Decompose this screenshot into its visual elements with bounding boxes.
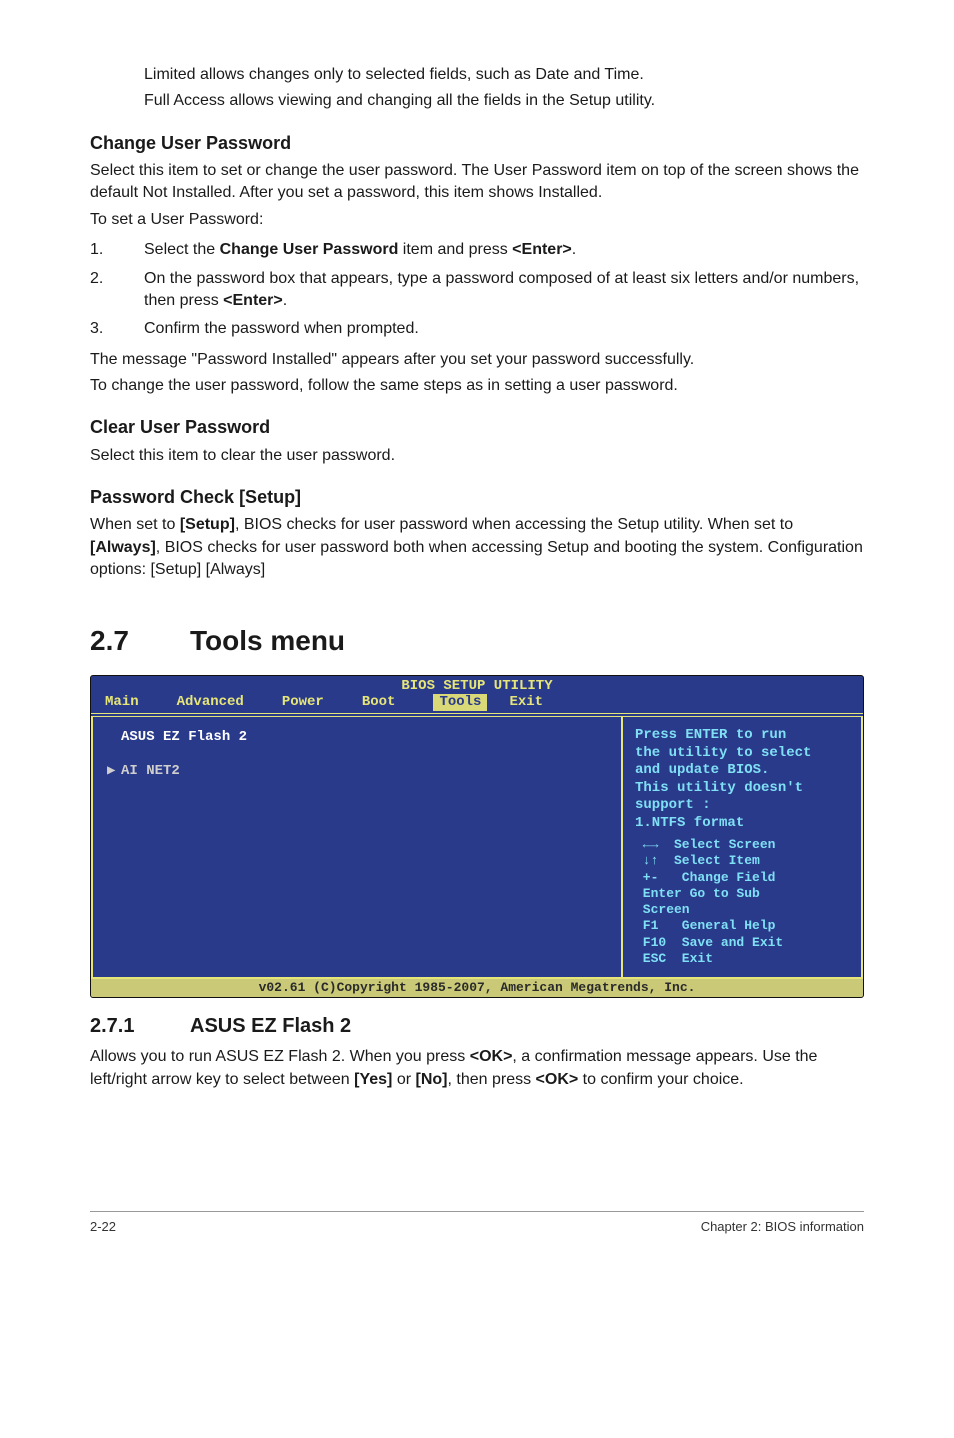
bios-title: BIOS SETUP UTILITY: [91, 678, 863, 696]
final-paragraph: Allows you to run ASUS EZ Flash 2. When …: [90, 1046, 864, 1091]
t: [Yes]: [354, 1071, 392, 1088]
bios-tab-exit[interactable]: Exit: [509, 694, 559, 712]
bios-right-pane: Press ENTER to run the utility to select…: [623, 717, 863, 977]
sec2-p1: Select this item to clear the user passw…: [90, 445, 864, 467]
t: <Enter>: [223, 292, 283, 309]
bios-tab-power[interactable]: Power: [282, 694, 340, 712]
t: .: [572, 241, 576, 258]
subsection-heading: 2.7.1 ASUS EZ Flash 2: [90, 1012, 864, 1040]
t: .: [283, 292, 287, 309]
top-line-1: Limited allows changes only to selected …: [90, 64, 864, 86]
pointer-icon: ▶: [107, 763, 121, 781]
page-footer: 2-22 Chapter 2: BIOS information: [90, 1211, 864, 1236]
t: Allows you to run ASUS EZ Flash 2. When …: [90, 1048, 470, 1065]
sec1-p1: Select this item to set or change the us…: [90, 160, 864, 205]
list-text: Select the Change User Password item and…: [144, 239, 864, 261]
bios-tab-advanced[interactable]: Advanced: [177, 694, 260, 712]
list-item: 1. Select the Change User Password item …: [90, 239, 864, 261]
t: to confirm your choice.: [578, 1071, 743, 1088]
t: , BIOS checks for user password both whe…: [90, 539, 863, 578]
subsection-title: ASUS EZ Flash 2: [190, 1012, 351, 1040]
t: , BIOS checks for user password when acc…: [235, 516, 793, 533]
bios-left-pane: ASUS EZ Flash 2 ▶ AI NET2: [91, 717, 623, 977]
t: <Enter>: [512, 241, 572, 258]
list-num: 2.: [90, 268, 144, 313]
t: Change User Password: [220, 241, 399, 258]
list-item: 3. Confirm the password when prompted.: [90, 318, 864, 340]
bios-item-label: AI NET2: [121, 763, 180, 781]
t: Select the: [144, 241, 220, 258]
t: Confirm the password when prompted.: [144, 320, 419, 337]
bios-tab-boot[interactable]: Boot: [362, 694, 412, 712]
page-number: 2-22: [90, 1218, 116, 1236]
heading-password-check: Password Check [Setup]: [90, 485, 864, 510]
ordered-list: 1. Select the Change User Password item …: [90, 239, 864, 341]
t: , then press: [447, 1071, 535, 1088]
bios-menu-item-ai-net2[interactable]: ▶ AI NET2: [107, 763, 607, 781]
bios-tab-tools[interactable]: Tools: [433, 694, 487, 712]
t: <OK>: [470, 1048, 513, 1065]
heading-clear-user-password: Clear User Password: [90, 415, 864, 440]
sec1-p3: The message "Password Installed" appears…: [90, 349, 864, 371]
section-heading: 2.7 Tools menu: [90, 621, 864, 660]
spacer: [107, 749, 607, 761]
t: [No]: [416, 1071, 448, 1088]
t: <OK>: [536, 1071, 579, 1088]
sec3-p1: When set to [Setup], BIOS checks for use…: [90, 514, 864, 581]
t: When set to: [90, 516, 180, 533]
bios-footer: v02.61 (C)Copyright 1985-2007, American …: [91, 979, 863, 997]
list-text: On the password box that appears, type a…: [144, 268, 864, 313]
sec1-p4: To change the user password, follow the …: [90, 375, 864, 397]
top-line-2: Full Access allows viewing and changing …: [90, 90, 864, 112]
bios-tab-main[interactable]: Main: [105, 694, 155, 712]
bios-key-help: ←→ Select Screen ↓↑ Select Item +- Chang…: [635, 837, 851, 967]
section-title: Tools menu: [190, 621, 345, 660]
bios-help-text: Press ENTER to run the utility to select…: [635, 727, 851, 832]
t: [Always]: [90, 539, 156, 556]
subsection-number: 2.7.1: [90, 1012, 190, 1040]
bios-screenshot: BIOS SETUP UTILITY Main Advanced Power B…: [90, 675, 864, 999]
chapter-label: Chapter 2: BIOS information: [701, 1218, 864, 1236]
bios-menu-item-ezflash2[interactable]: ASUS EZ Flash 2: [107, 729, 607, 747]
bios-item-label: ASUS EZ Flash 2: [121, 729, 247, 747]
t: [Setup]: [180, 516, 235, 533]
bios-tabs: Main Advanced Power Boot Tools Exit: [105, 694, 849, 712]
t: or: [392, 1071, 415, 1088]
heading-change-user-password: Change User Password: [90, 131, 864, 156]
bios-header: BIOS SETUP UTILITY Main Advanced Power B…: [91, 676, 863, 714]
section-number: 2.7: [90, 621, 190, 660]
list-num: 1.: [90, 239, 144, 261]
list-num: 3.: [90, 318, 144, 340]
sec1-p2: To set a User Password:: [90, 209, 864, 231]
bios-body: ASUS EZ Flash 2 ▶ AI NET2 Press ENTER to…: [91, 713, 863, 979]
list-item: 2. On the password box that appears, typ…: [90, 268, 864, 313]
t: item and press: [398, 241, 512, 258]
list-text: Confirm the password when prompted.: [144, 318, 864, 340]
